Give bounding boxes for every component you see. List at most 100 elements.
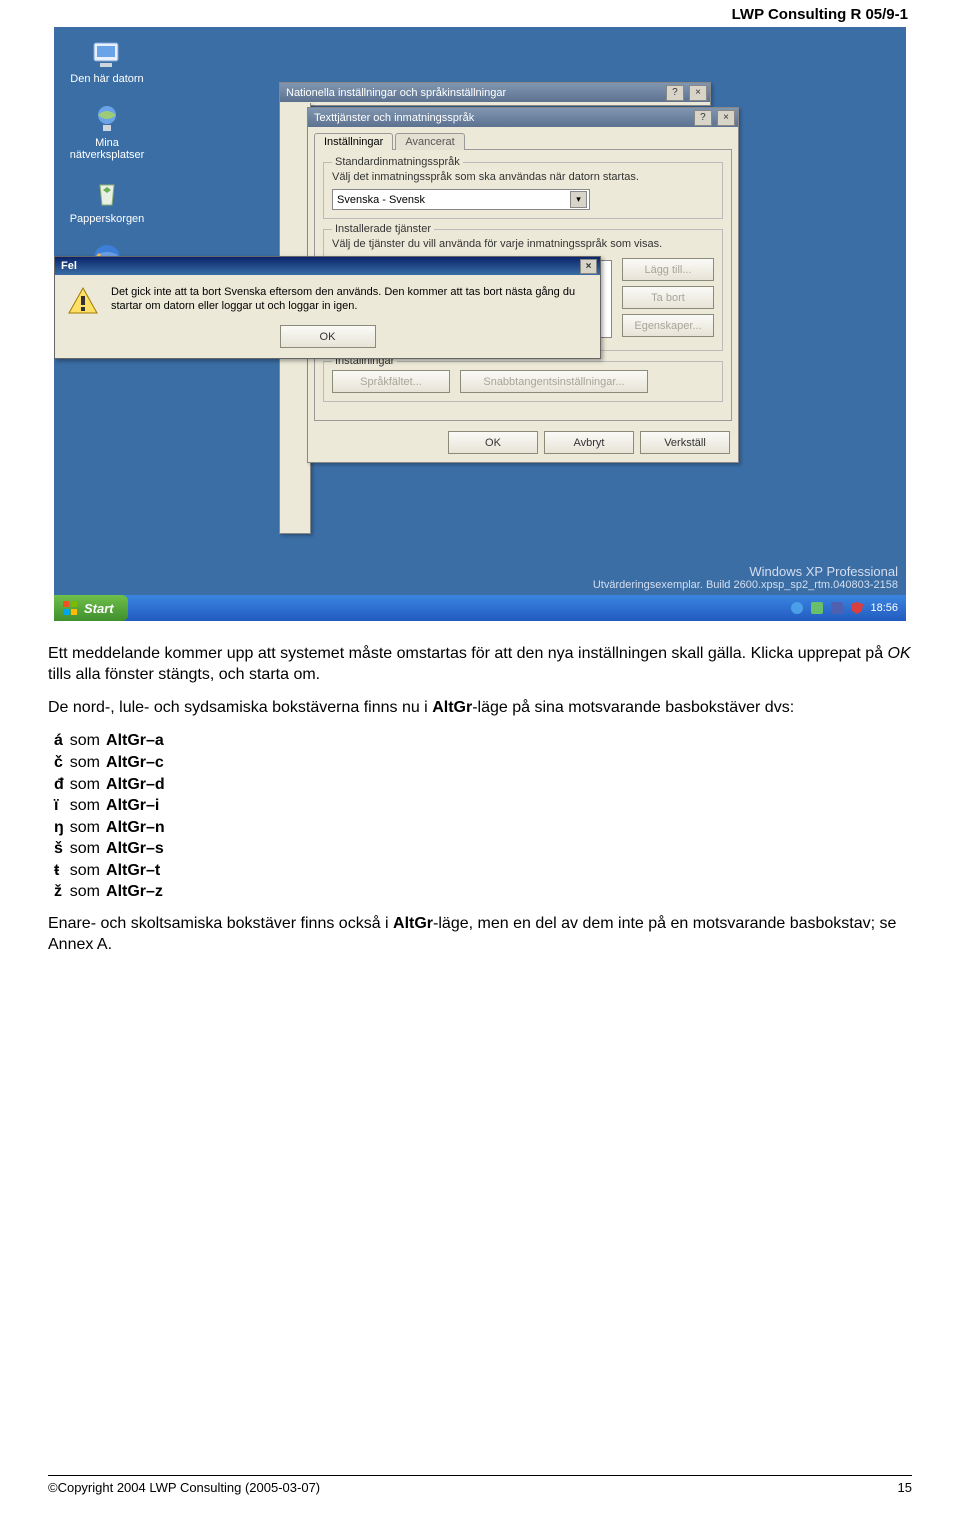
- keymap-combo: AltGr–n: [106, 817, 171, 839]
- network-places-icon: [90, 101, 124, 135]
- keymap-char: ž: [54, 881, 70, 903]
- bold-altgr: AltGr: [393, 915, 433, 932]
- paragraph: De nord-, lule- och sydsamiska bokstäver…: [48, 697, 912, 718]
- warning-icon: [67, 285, 99, 317]
- keymap-char: č: [54, 752, 70, 774]
- back-dialog: Nationella inställningar och språkinstäl…: [279, 82, 711, 106]
- keymap-word: som: [70, 795, 106, 817]
- close-icon[interactable]: ×: [580, 259, 597, 274]
- page-number: 15: [898, 1480, 912, 1495]
- text: De nord-, lule- och sydsamiska bokstäver…: [48, 699, 432, 716]
- watermark-line1: Windows XP Professional: [593, 564, 898, 579]
- keymap-word: som: [70, 860, 106, 882]
- back-dialog-titlebar: Nationella inställningar och språkinstäl…: [280, 83, 710, 102]
- tray-icon[interactable]: [790, 601, 804, 615]
- screenshot: Den här datorn Mina nätverksplatser Papp…: [54, 27, 906, 621]
- keymap-row: šsomAltGr–s: [54, 838, 171, 860]
- text: tills alla fönster stängts, och starta o…: [48, 666, 320, 683]
- properties-button[interactable]: Egenskaper...: [622, 314, 714, 337]
- keymap-row: ŧsomAltGr–t: [54, 860, 171, 882]
- remove-button[interactable]: Ta bort: [622, 286, 714, 309]
- computer-icon: [90, 37, 124, 71]
- error-titlebar[interactable]: Fel ×: [55, 257, 600, 275]
- bold-altgr: AltGr: [432, 699, 472, 716]
- desktop-icon-recycle[interactable]: Papperskorgen: [62, 177, 152, 225]
- start-button[interactable]: Start: [54, 595, 128, 621]
- text: Enare- och skoltsamiska bokstäver finns …: [48, 915, 393, 932]
- group-title: Standardinmatningsspråk: [332, 156, 463, 168]
- document-body: Ett meddelande kommer upp att systemet m…: [48, 643, 912, 955]
- langbar-button[interactable]: Språkfältet...: [332, 370, 450, 393]
- help-icon[interactable]: ?: [666, 85, 684, 101]
- group-title: Installerade tjänster: [332, 223, 434, 235]
- chevron-down-icon: ▾: [570, 191, 587, 208]
- watermark-line2: Utvärderingsexemplar. Build 2600.xpsp_sp…: [593, 579, 898, 591]
- close-icon[interactable]: ×: [689, 85, 707, 101]
- tab-settings[interactable]: Inställningar: [314, 133, 393, 150]
- keymap-combo: AltGr–d: [106, 774, 171, 796]
- help-icon[interactable]: ?: [694, 110, 712, 126]
- error-ok-button[interactable]: OK: [280, 325, 376, 348]
- keymap-combo: AltGr–a: [106, 730, 171, 752]
- desktop-label: Den här datorn: [62, 73, 152, 85]
- settings-group: Inställningar Språkfältet... Snabbtangen…: [323, 361, 723, 402]
- taskbar: Start 18:56: [54, 595, 906, 621]
- system-tray: 18:56: [790, 601, 906, 615]
- recycle-bin-icon: [90, 177, 124, 211]
- text: -läge på sina motsvarande basbokstäver d…: [472, 699, 794, 716]
- keymap-word: som: [70, 817, 106, 839]
- desktop-icon-computer[interactable]: Den här datorn: [62, 37, 152, 85]
- keymap-row: ïsomAltGr–i: [54, 795, 171, 817]
- group-hint: Välj de tjänster du vill använda för var…: [332, 238, 714, 250]
- keymap-row: đsomAltGr–d: [54, 774, 171, 796]
- error-dialog: Fel × Det gick inte att ta bort Svenska …: [54, 256, 601, 359]
- shield-icon[interactable]: [850, 601, 864, 615]
- keymap-row: žsomAltGr–z: [54, 881, 171, 903]
- back-dialog-title: Nationella inställningar och språkinstäl…: [286, 87, 506, 99]
- cancel-button[interactable]: Avbryt: [544, 431, 634, 454]
- keymap-word: som: [70, 881, 106, 903]
- ok-button[interactable]: OK: [448, 431, 538, 454]
- error-message: Det gick inte att ta bort Svenska efters…: [111, 285, 588, 313]
- add-button[interactable]: Lägg till...: [622, 258, 714, 281]
- dialog-title: Texttjänster och inmatningsspråk: [314, 112, 474, 124]
- group-hint: Välj det inmatningsspråk som ska använda…: [332, 171, 714, 183]
- keymap-combo: AltGr–i: [106, 795, 171, 817]
- tray-icon[interactable]: [810, 601, 824, 615]
- tab-advanced[interactable]: Avancerat: [395, 133, 464, 150]
- paragraph: Enare- och skoltsamiska bokstäver finns …: [48, 913, 912, 955]
- default-lang-select[interactable]: Svenska - Svensk ▾: [332, 189, 590, 210]
- keymap-char: ŋ: [54, 817, 70, 839]
- keymap-word: som: [70, 730, 106, 752]
- doc-id: LWP Consulting R 05/9-1: [48, 0, 912, 27]
- keymap-row: ásomAltGr–a: [54, 730, 171, 752]
- watermark: Windows XP Professional Utvärderingsexem…: [593, 564, 898, 591]
- keymap-combo: AltGr–z: [106, 881, 171, 903]
- text: Ett meddelande kommer upp att systemet m…: [48, 645, 888, 662]
- keymap-char: ŧ: [54, 860, 70, 882]
- keymap-row: ŋsomAltGr–n: [54, 817, 171, 839]
- keymap-word: som: [70, 838, 106, 860]
- keymap-combo: AltGr–t: [106, 860, 171, 882]
- windows-logo-icon: [62, 600, 78, 616]
- close-icon[interactable]: ×: [717, 110, 735, 126]
- paragraph: Ett meddelande kommer upp att systemet m…: [48, 643, 912, 685]
- default-lang-group: Standardinmatningsspråk Välj det inmatni…: [323, 162, 723, 219]
- keymap-table: ásomAltGr–ačsomAltGr–cđsomAltGr–dïsomAlt…: [54, 730, 171, 903]
- keymap-char: á: [54, 730, 70, 752]
- apply-button[interactable]: Verkställ: [640, 431, 730, 454]
- start-label: Start: [84, 601, 114, 616]
- copyright: ©Copyright 2004 LWP Consulting (2005-03-…: [48, 1480, 320, 1495]
- dialog-titlebar[interactable]: Texttjänster och inmatningsspråk ? ×: [308, 108, 738, 127]
- desktop-label: Papperskorgen: [62, 213, 152, 225]
- desktop-icon-network[interactable]: Mina nätverksplatser: [62, 101, 152, 161]
- clock: 18:56: [870, 602, 898, 614]
- desktop-label: Mina nätverksplatser: [62, 137, 152, 161]
- tray-icon[interactable]: [830, 601, 844, 615]
- hotkeys-button[interactable]: Snabbtangentsinställningar...: [460, 370, 648, 393]
- keymap-row: čsomAltGr–c: [54, 752, 171, 774]
- select-value: Svenska - Svensk: [337, 194, 425, 206]
- keymap-combo: AltGr–s: [106, 838, 171, 860]
- tabs: Inställningar Avancerat: [308, 127, 738, 149]
- keymap-char: š: [54, 838, 70, 860]
